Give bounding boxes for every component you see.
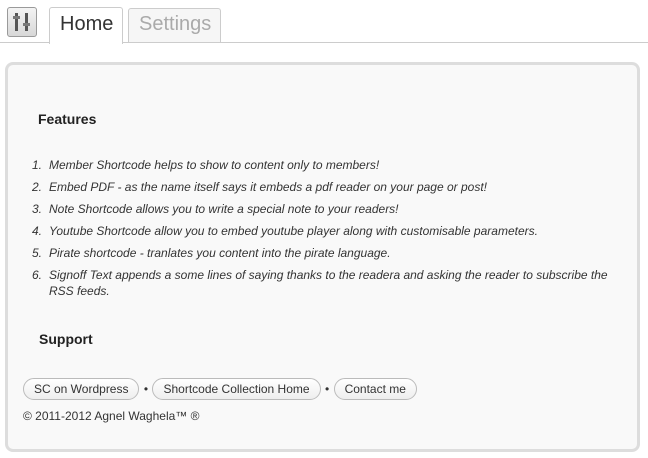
support-links: SC on Wordpress • Shortcode Collection H… [23,377,417,401]
tab-home[interactable]: Home [49,7,123,44]
support-heading: Support [39,331,93,347]
contact-me-button[interactable]: Contact me [333,378,417,400]
features-list: 1. Member Shortcode helps to show to con… [28,157,628,305]
copyright-text: © 2011-2012 Agnel Waghela™ ® [23,409,200,423]
list-item-text: Note Shortcode allows you to write a spe… [49,202,399,216]
list-item-text: Youtube Shortcode allow you to embed you… [49,224,538,238]
list-item-text: Signoff Text appends a some lines of say… [49,268,608,298]
link-separator: • [324,382,330,396]
plugin-settings-page: Home Settings Features 1. Member Shortco… [0,0,648,458]
list-item: 5. Pirate shortcode - tranlates you cont… [28,245,628,261]
list-item-text: Member Shortcode helps to show to conten… [49,158,380,172]
sc-on-wordpress-button[interactable]: SC on Wordpress [23,378,140,400]
list-item-text: Embed PDF - as the name itself says it e… [49,180,488,194]
list-item-text: Pirate shortcode - tranlates you content… [49,246,391,260]
list-item: 2. Embed PDF - as the name itself says i… [28,179,628,195]
main-panel: Features 1. Member Shortcode helps to sh… [5,62,640,452]
list-item: 4. Youtube Shortcode allow you to embed … [28,223,628,239]
features-heading: Features [38,111,97,127]
list-item-number: 1. [31,158,42,172]
tab-bar: Home Settings [0,0,648,44]
link-separator: • [143,382,149,396]
list-item: 3. Note Shortcode allows you to write a … [28,201,628,217]
list-item-number: 3. [31,202,42,216]
list-item-number: 6. [31,268,42,282]
tab-settings[interactable]: Settings [128,8,221,42]
list-item: 1. Member Shortcode helps to show to con… [28,157,628,173]
list-item-number: 4. [31,224,42,238]
list-item: 6. Signoff Text appends a some lines of … [28,267,628,299]
list-item-number: 2. [31,180,42,194]
sliders-icon [7,7,37,37]
list-item-number: 5. [31,246,42,260]
shortcode-collection-home-button[interactable]: Shortcode Collection Home [152,378,321,400]
